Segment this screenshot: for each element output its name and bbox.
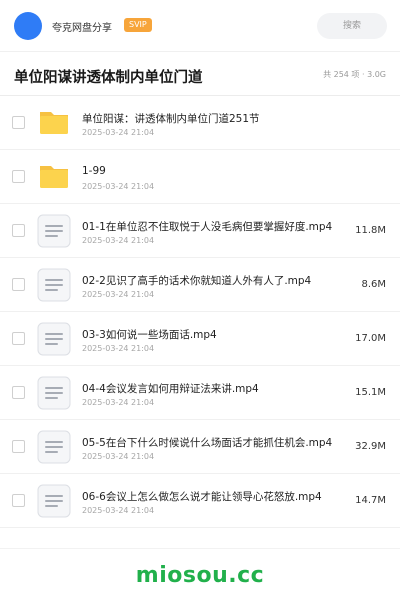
file-list: 单位阳谋：讲透体制内单位门道251节 2025-03-24 21:04 1-99 20… <box>0 96 400 528</box>
file-size: 15.1M <box>355 387 386 398</box>
file-size: 8.6M <box>361 279 386 290</box>
meta-separator: · <box>361 70 365 79</box>
document-icon <box>37 430 71 464</box>
file-name[interactable]: 04-4会议发言如何用辩证法来讲.mp4 <box>82 381 344 396</box>
file-row[interactable]: 05-5在台下什么时候说什么场面话才能抓住机会.mp4 2025-03-24 21… <box>0 420 400 474</box>
document-icon <box>37 376 71 410</box>
folder-icon <box>37 106 71 140</box>
item-count: 共 254 项 <box>323 70 360 79</box>
file-date: 2025-03-24 21:04 <box>82 290 155 299</box>
file-row[interactable]: 02-2见识了高手的话术你就知道人外有人了.mp4 2025-03-24 21:0… <box>0 258 400 312</box>
file-size: 17.0M <box>355 333 386 344</box>
file-name[interactable]: 06-6会议上怎么做怎么说才能让领导心花怒放.mp4 <box>82 489 344 504</box>
document-icon <box>37 268 71 302</box>
select-checkbox[interactable] <box>12 386 25 399</box>
file-date: 2025-03-24 21:04 <box>82 128 155 137</box>
select-checkbox[interactable] <box>12 440 25 453</box>
page-title: 单位阳谋讲透体制内单位门道 <box>14 70 203 86</box>
file-size: 32.9M <box>355 441 386 452</box>
select-checkbox[interactable] <box>12 170 25 183</box>
file-row[interactable]: 01-1在单位忍不住取悦于人没毛病但要掌握好度.mp4 2025-03-24 21… <box>0 204 400 258</box>
select-checkbox[interactable] <box>12 116 25 129</box>
select-checkbox[interactable] <box>12 332 25 345</box>
file-row[interactable]: 1-99 2025-03-24 21:04 <box>0 150 400 204</box>
folder-icon <box>37 160 71 194</box>
file-date: 2025-03-24 21:04 <box>82 506 155 515</box>
file-size: 11.8M <box>355 225 386 236</box>
select-checkbox[interactable] <box>12 494 25 507</box>
document-icon <box>37 214 71 248</box>
footer: miosou.cc <box>0 548 400 600</box>
folder-header: 单位阳谋讲透体制内单位门道 共 254 项 · 3.0G <box>0 52 400 96</box>
file-name[interactable]: 05-5在台下什么时候说什么场面话才能抓住机会.mp4 <box>82 435 344 450</box>
file-row[interactable]: 03-3如何说一些场面话.mp4 2025-03-24 21:04 17.0M <box>0 312 400 366</box>
total-size: 3.0G <box>367 70 386 79</box>
file-name[interactable]: 03-3如何说一些场面话.mp4 <box>82 327 344 342</box>
folder-meta: 共 254 项 · 3.0G <box>323 69 386 80</box>
file-row[interactable]: 单位阳谋：讲透体制内单位门道251节 2025-03-24 21:04 <box>0 96 400 150</box>
file-name[interactable]: 单位阳谋：讲透体制内单位门道251节 <box>82 111 344 126</box>
select-checkbox[interactable] <box>12 278 25 291</box>
file-row[interactable]: 04-4会议发言如何用辩证法来讲.mp4 2025-03-24 21:04 15.1… <box>0 366 400 420</box>
select-checkbox[interactable] <box>12 224 25 237</box>
file-date: 2025-03-24 21:04 <box>82 398 155 407</box>
file-date: 2025-03-24 21:04 <box>82 182 155 191</box>
file-date: 2025-03-24 21:04 <box>82 452 155 461</box>
file-size: 14.7M <box>355 495 386 506</box>
watermark: miosou.cc <box>135 563 265 588</box>
avatar[interactable] <box>14 12 42 40</box>
search-input[interactable]: 搜索 <box>317 13 387 39</box>
file-date: 2025-03-24 21:04 <box>82 236 155 245</box>
file-name[interactable]: 01-1在单位忍不住取悦于人没毛病但要掌握好度.mp4 <box>82 219 344 234</box>
file-name[interactable]: 02-2见识了高手的话术你就知道人外有人了.mp4 <box>82 273 344 288</box>
file-date: 2025-03-24 21:04 <box>82 344 155 353</box>
document-icon <box>37 484 71 518</box>
file-row[interactable]: 06-6会议上怎么做怎么说才能让领导心花怒放.mp4 2025-03-24 21:… <box>0 474 400 528</box>
top-bar: 夸克网盘分享 SVIP 搜索 <box>0 0 400 52</box>
sharer-name: 夸克网盘分享 <box>52 23 112 34</box>
document-icon <box>37 322 71 356</box>
file-name[interactable]: 1-99 <box>82 165 344 177</box>
svip-badge: SVIP <box>124 18 152 32</box>
